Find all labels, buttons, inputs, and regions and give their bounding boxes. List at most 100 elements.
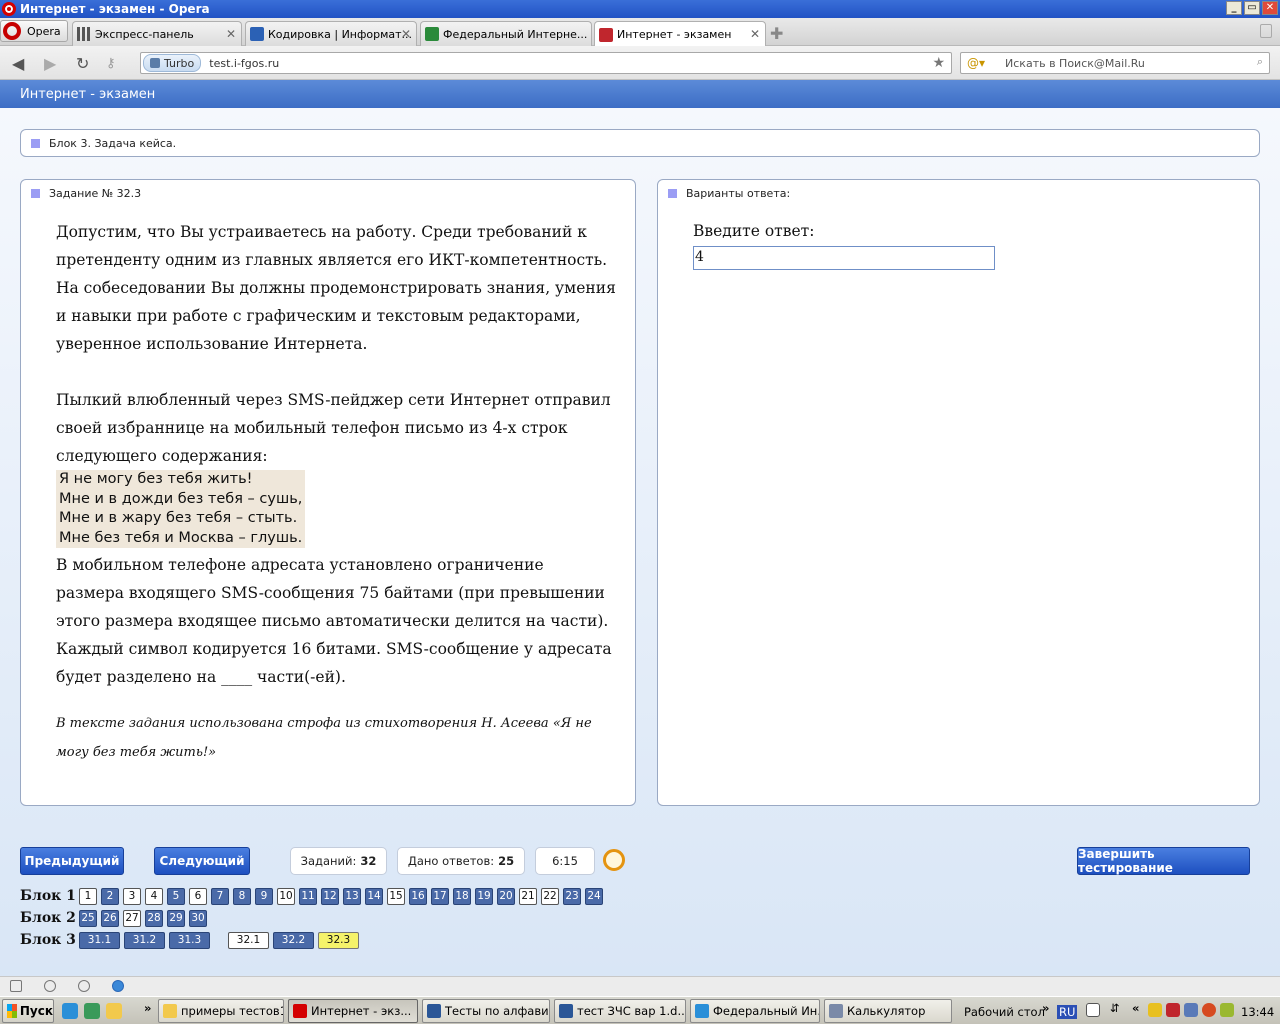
question-button[interactable]: 17 xyxy=(431,888,449,905)
question-button[interactable]: 23 xyxy=(563,888,581,905)
quicklaunch-more-icon[interactable]: » xyxy=(144,1001,151,1015)
taskbar-task[interactable]: Федеральный Ин... xyxy=(690,999,820,1023)
answer-input[interactable]: 4 xyxy=(693,246,995,270)
question-button[interactable]: 27 xyxy=(123,910,141,927)
finish-test-button[interactable]: Завершить тестирование xyxy=(1077,847,1250,875)
cloud-icon[interactable] xyxy=(44,980,56,992)
question-button[interactable]: 31.2 xyxy=(124,932,165,949)
tray-expand-icon[interactable]: « xyxy=(1132,1001,1139,1015)
question-button[interactable]: 24 xyxy=(585,888,603,905)
trash-icon[interactable] xyxy=(1260,24,1272,38)
new-tab-icon[interactable]: ✚ xyxy=(770,24,783,43)
question-button[interactable]: 8 xyxy=(233,888,251,905)
mail-agent-icon[interactable] xyxy=(1202,1003,1216,1017)
taskbar-task[interactable]: Калькулятор xyxy=(824,999,952,1023)
taskbar-task-label: Интернет - экз... xyxy=(311,1004,412,1018)
search-engine-icon[interactable]: @▾ xyxy=(967,56,985,70)
question-button[interactable]: 21 xyxy=(519,888,537,905)
next-button[interactable]: Следующий xyxy=(154,847,250,875)
question-button[interactable]: 28 xyxy=(145,910,163,927)
question-button[interactable]: 18 xyxy=(453,888,471,905)
question-button[interactable]: 4 xyxy=(145,888,163,905)
question-button[interactable]: 32.3 xyxy=(318,932,359,949)
taskbar-task[interactable]: примеры тестов1 xyxy=(158,999,284,1023)
question-button[interactable]: 22 xyxy=(541,888,559,905)
question-button[interactable]: 19 xyxy=(475,888,493,905)
shield-icon[interactable] xyxy=(1148,1003,1162,1017)
desktop-more-icon[interactable]: » xyxy=(1042,1001,1049,1015)
opera-menu-button[interactable]: Opera xyxy=(0,20,68,42)
minimize-button[interactable]: _ xyxy=(1226,1,1242,15)
language-indicator[interactable]: RU xyxy=(1057,1005,1078,1019)
reload-icon[interactable]: ↻ xyxy=(76,54,89,73)
question-button[interactable]: 26 xyxy=(101,910,119,927)
question-button[interactable]: 5 xyxy=(167,888,185,905)
bullet-icon xyxy=(31,189,40,198)
question-button[interactable]: 3 xyxy=(123,888,141,905)
question-button[interactable]: 9 xyxy=(255,888,273,905)
close-icon[interactable]: ✕ xyxy=(401,27,411,41)
back-icon[interactable]: ◀ xyxy=(12,54,24,73)
help-icon[interactable] xyxy=(1086,1003,1100,1017)
forward-icon[interactable]: ▶ xyxy=(44,54,56,73)
question-button[interactable]: 31.3 xyxy=(169,932,210,949)
prev-button[interactable]: Предыдущий xyxy=(20,847,124,875)
unite-icon[interactable] xyxy=(78,980,90,992)
question-tail: В мобильном телефоне адресата установлен… xyxy=(56,555,612,686)
turbo-button[interactable]: Turbo xyxy=(143,54,202,72)
tab-federal[interactable]: Федеральный Интерне... xyxy=(420,21,592,46)
question-button[interactable]: 16 xyxy=(409,888,427,905)
windows-logo-icon xyxy=(7,1004,17,1018)
ie-icon[interactable] xyxy=(62,1003,78,1019)
taskbar-task[interactable]: тест ЗЧС вар 1.d... xyxy=(554,999,686,1023)
tab-kodirovka[interactable]: Кодировка | Информат... ✕ xyxy=(245,21,417,46)
question-button[interactable]: 25 xyxy=(79,910,97,927)
question-button[interactable]: 7 xyxy=(211,888,229,905)
search-input[interactable]: @▾ Искать в Поиск@Mail.Ru ⌕ xyxy=(960,52,1270,74)
url-field[interactable]: Turbo test.i-fgos.ru ★ xyxy=(140,52,952,74)
panel-toggle-icon[interactable] xyxy=(10,980,22,992)
close-icon[interactable]: ✕ xyxy=(750,27,760,41)
speed-dial-icon[interactable] xyxy=(112,980,124,992)
question-button[interactable]: 12 xyxy=(321,888,339,905)
answer-panel: Варианты ответа: Введите ответ: 4 xyxy=(657,179,1260,806)
question-button[interactable]: 20 xyxy=(497,888,515,905)
question-button[interactable]: 32.2 xyxy=(273,932,314,949)
taskbar-task[interactable]: Тесты по алфави... xyxy=(422,999,550,1023)
taskbar-task[interactable]: Интернет - экз... xyxy=(288,999,418,1023)
tray-arrow-icon[interactable]: ⇵ xyxy=(1110,1001,1120,1015)
question-button[interactable]: 30 xyxy=(189,910,207,927)
question-button[interactable]: 13 xyxy=(343,888,361,905)
question-button[interactable]: 14 xyxy=(365,888,383,905)
question-button[interactable]: 2 xyxy=(101,888,119,905)
question-button[interactable]: 10 xyxy=(277,888,295,905)
folder-icon[interactable] xyxy=(106,1003,122,1019)
question-button[interactable]: 1 xyxy=(79,888,97,905)
grid-icon xyxy=(77,27,91,41)
search-icon[interactable]: ⌕ xyxy=(1257,55,1263,69)
star-icon[interactable]: ★ xyxy=(932,55,945,71)
question-button[interactable]: 32.1 xyxy=(228,932,269,949)
answered-count: 25 xyxy=(498,854,515,868)
utility-icon[interactable] xyxy=(1220,1003,1234,1017)
antivirus-icon[interactable] xyxy=(1166,1003,1180,1017)
question-button[interactable]: 29 xyxy=(167,910,185,927)
quicklaunch-icon[interactable] xyxy=(84,1003,100,1019)
network-icon[interactable] xyxy=(1184,1003,1198,1017)
question-button[interactable]: 11 xyxy=(299,888,317,905)
close-icon[interactable]: ✕ xyxy=(226,27,236,41)
question-button[interactable]: 31.1 xyxy=(79,932,120,949)
folder-icon xyxy=(163,1004,177,1018)
tab-internet-exam[interactable]: Интернет - экзамен ✕ xyxy=(594,21,766,47)
maximize-button[interactable]: ▭ xyxy=(1244,1,1260,15)
close-button[interactable]: ✕ xyxy=(1262,1,1278,15)
question-button[interactable]: 6 xyxy=(189,888,207,905)
tab-express-panel[interactable]: Экспресс-панель ✕ xyxy=(72,21,242,46)
question-button[interactable]: 15 xyxy=(387,888,405,905)
task-title: Задание № 32.3 xyxy=(49,187,142,200)
start-button[interactable]: Пуск xyxy=(2,999,54,1023)
desktop-label[interactable]: Рабочий стол xyxy=(964,1005,1045,1019)
site-icon xyxy=(250,27,264,41)
key-icon[interactable]: ⚷ xyxy=(106,56,116,71)
browser-status-bar xyxy=(0,976,1280,996)
